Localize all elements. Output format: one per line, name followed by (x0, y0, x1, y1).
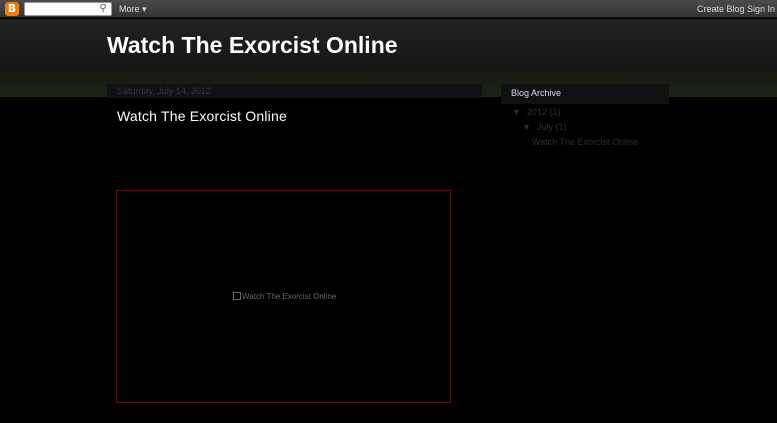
sign-in-link[interactable]: Sign In (747, 3, 775, 15)
archive-month-label[interactable]: July (537, 122, 553, 132)
search-input[interactable]: ⚲ (24, 2, 112, 16)
more-menu-button[interactable]: More ▾ (119, 3, 147, 15)
archive-month-item[interactable]: ▼ July (1) (522, 122, 566, 132)
blogger-navbar: B ⚲ More ▾ Create Blog Sign In (0, 0, 777, 18)
broken-image-placeholder: Watch The Exorcist Online (233, 292, 336, 301)
archive-month-count: (1) (555, 122, 567, 132)
image-alt-text: Watch The Exorcist Online (242, 292, 337, 301)
archive-year-item[interactable]: ▼ 2012 (1) (512, 107, 560, 117)
collapse-arrow-icon[interactable]: ▼ (512, 107, 521, 117)
archive-post-link[interactable]: Watch The Exorcist Online (532, 137, 638, 147)
post-image[interactable]: Watch The Exorcist Online (116, 190, 451, 403)
search-icon[interactable]: ⚲ (97, 3, 109, 15)
blogger-logo-icon[interactable]: B (5, 2, 19, 16)
archive-year-label[interactable]: 2012 (527, 107, 547, 117)
widget-title: Blog Archive (511, 88, 562, 98)
more-label: More (119, 4, 140, 14)
broken-image-icon (233, 292, 241, 300)
archive-year-count: (1) (549, 107, 561, 117)
blog-archive-widget: Blog Archive (501, 84, 669, 104)
collapse-arrow-icon[interactable]: ▼ (522, 122, 531, 132)
blog-title[interactable]: Watch The Exorcist Online (107, 32, 398, 59)
post-date: Saturday, July 14, 2012 (107, 84, 482, 98)
create-blog-link[interactable]: Create Blog (697, 3, 745, 15)
post-title[interactable]: Watch The Exorcist Online (117, 108, 287, 124)
chevron-down-icon: ▾ (142, 4, 147, 14)
